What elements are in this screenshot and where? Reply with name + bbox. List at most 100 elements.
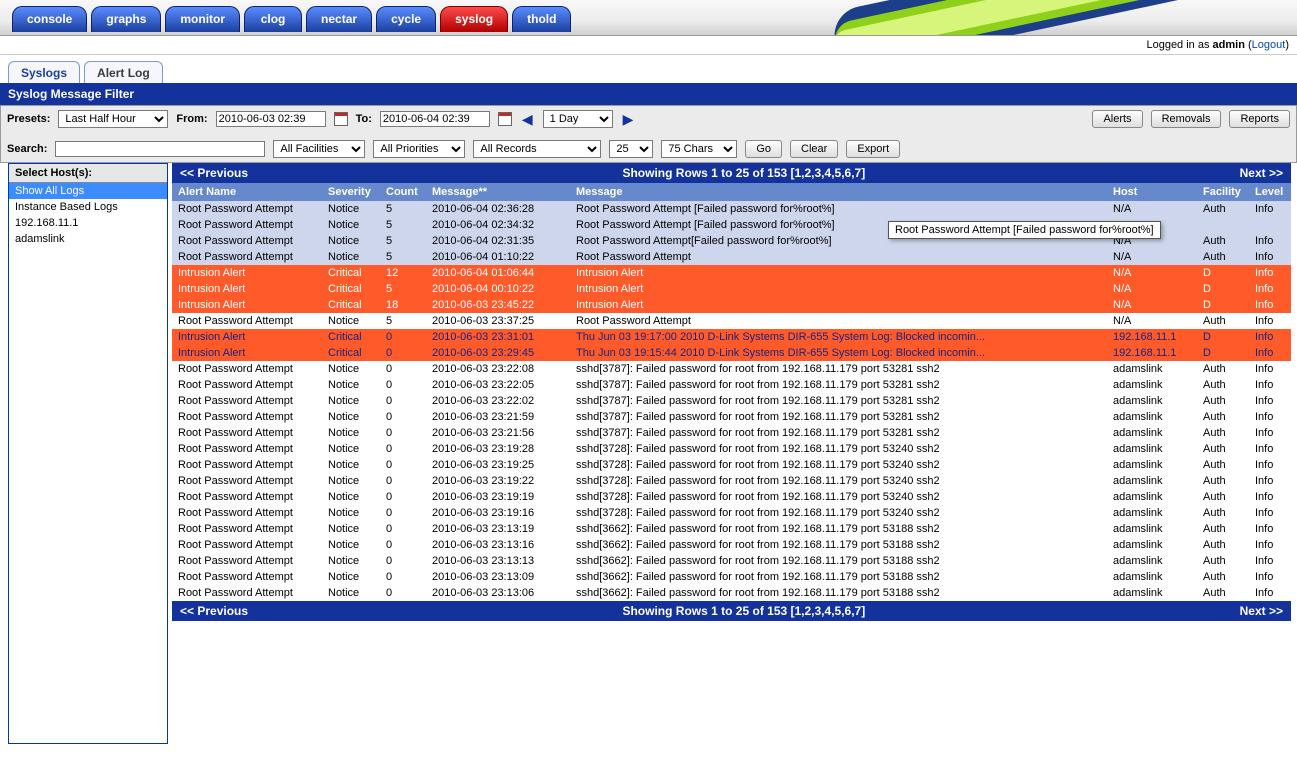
search-input[interactable]: [55, 141, 265, 157]
table-row[interactable]: Root Password AttemptNotice02010-06-03 2…: [172, 569, 1291, 585]
col-header[interactable]: Severity: [322, 183, 380, 201]
host-list[interactable]: Show All LogsInstance Based Logs192.168.…: [9, 183, 167, 743]
pager-prev[interactable]: << Previous: [180, 166, 248, 180]
table-row[interactable]: Root Password AttemptNotice02010-06-03 2…: [172, 457, 1291, 473]
cell-ts: 2010-06-03 23:22:02: [426, 393, 570, 409]
table-row[interactable]: Intrusion AlertCritical52010-06-04 00:10…: [172, 281, 1291, 297]
reports-button[interactable]: Reports: [1229, 110, 1290, 128]
table-row[interactable]: Root Password AttemptNotice02010-06-03 2…: [172, 537, 1291, 553]
cell-sev: Notice: [322, 537, 380, 553]
table-row[interactable]: Intrusion AlertCritical122010-06-04 01:0…: [172, 265, 1291, 281]
chars-select[interactable]: 75 Chars: [661, 140, 737, 158]
cell-fac: Auth: [1197, 521, 1249, 537]
cell-alert: Root Password Attempt: [172, 585, 322, 601]
table-row[interactable]: Root Password AttemptNotice02010-06-03 2…: [172, 489, 1291, 505]
table-row[interactable]: Root Password AttemptNotice02010-06-03 2…: [172, 361, 1291, 377]
cell-sev: Notice: [322, 201, 380, 217]
table-row[interactable]: Root Password AttemptNotice52010-06-04 0…: [172, 201, 1291, 217]
cell-fac: Auth: [1197, 201, 1249, 217]
go-button[interactable]: Go: [745, 140, 782, 158]
to-label: To:: [356, 113, 372, 125]
cell-sev: Notice: [322, 505, 380, 521]
cell-alert: Root Password Attempt: [172, 425, 322, 441]
cell-msg: sshd[3662]: Failed password for root fro…: [570, 585, 1107, 601]
range-select[interactable]: 1 Day: [543, 110, 613, 128]
nav-tab-monitor[interactable]: monitor: [165, 6, 240, 32]
host-panel: Select Host(s): Show All LogsInstance Ba…: [8, 163, 168, 744]
nav-tab-nectar[interactable]: nectar: [306, 6, 372, 32]
nav-tab-console[interactable]: console: [12, 6, 87, 32]
col-header[interactable]: Alert Name: [172, 183, 322, 201]
alerts-button[interactable]: Alerts: [1092, 110, 1142, 128]
cell-count: 0: [380, 489, 426, 505]
records-select[interactable]: All Records: [473, 140, 601, 158]
cell-ts: 2010-06-03 23:31:01: [426, 329, 570, 345]
cell-alert: Root Password Attempt: [172, 473, 322, 489]
table-row[interactable]: Root Password AttemptNotice02010-06-03 2…: [172, 409, 1291, 425]
nav-tab-cycle[interactable]: cycle: [376, 6, 436, 32]
cell-ts: 2010-06-04 01:06:44: [426, 265, 570, 281]
range-prev-icon[interactable]: ◀: [520, 111, 535, 128]
col-header[interactable]: Count: [380, 183, 426, 201]
pagesize-select[interactable]: 25: [609, 140, 653, 158]
table-row[interactable]: Root Password AttemptNotice02010-06-03 2…: [172, 473, 1291, 489]
pager-prev-bottom[interactable]: << Previous: [180, 604, 248, 618]
pager-next-bottom[interactable]: Next >>: [1240, 604, 1283, 618]
table-row[interactable]: Intrusion AlertCritical02010-06-03 23:31…: [172, 329, 1291, 345]
nav-tab-clog[interactable]: clog: [244, 6, 302, 32]
nav-tab-graphs[interactable]: graphs: [91, 6, 161, 32]
from-input[interactable]: [216, 111, 326, 127]
cell-alert: Root Password Attempt: [172, 505, 322, 521]
priorities-select[interactable]: All Priorities: [373, 140, 465, 158]
sub-tab-alert-log[interactable]: Alert Log: [84, 61, 163, 83]
cell-host: adamslink: [1107, 377, 1197, 393]
table-row[interactable]: Root Password AttemptNotice52010-06-03 2…: [172, 313, 1291, 329]
range-next-icon[interactable]: ▶: [621, 111, 636, 128]
col-header[interactable]: Message: [570, 183, 1107, 201]
cell-lvl: Info: [1249, 585, 1291, 601]
from-calendar-icon[interactable]: [334, 112, 348, 126]
to-calendar-icon[interactable]: [498, 112, 512, 126]
cell-sev: Notice: [322, 313, 380, 329]
cell-host: N/A: [1107, 281, 1197, 297]
table-row[interactable]: Root Password AttemptNotice02010-06-03 2…: [172, 553, 1291, 569]
tooltip: Root Password Attempt [Failed password f…: [888, 221, 1161, 239]
to-input[interactable]: [380, 111, 490, 127]
cell-lvl: Info: [1249, 425, 1291, 441]
col-header[interactable]: Facility: [1197, 183, 1249, 201]
sub-tab-syslogs[interactable]: Syslogs: [8, 61, 80, 83]
cell-msg: Intrusion Alert: [570, 281, 1107, 297]
cell-host: adamslink: [1107, 505, 1197, 521]
nav-tab-syslog[interactable]: syslog: [440, 6, 508, 32]
cell-count: 0: [380, 441, 426, 457]
table-row[interactable]: Root Password AttemptNotice02010-06-03 2…: [172, 441, 1291, 457]
presets-select[interactable]: Last Half Hour: [58, 110, 168, 128]
host-item[interactable]: Show All Logs: [9, 183, 167, 199]
table-row[interactable]: Intrusion AlertCritical182010-06-03 23:4…: [172, 297, 1291, 313]
table-row[interactable]: Root Password AttemptNotice02010-06-03 2…: [172, 585, 1291, 601]
col-header[interactable]: Host: [1107, 183, 1197, 201]
cell-ts: 2010-06-03 23:37:25: [426, 313, 570, 329]
col-header[interactable]: Message**: [426, 183, 570, 201]
host-item[interactable]: Instance Based Logs: [9, 199, 167, 215]
clear-button[interactable]: Clear: [790, 140, 838, 158]
table-row[interactable]: Root Password AttemptNotice52010-06-04 0…: [172, 249, 1291, 265]
facilities-select[interactable]: All Facilities: [273, 140, 365, 158]
table-row[interactable]: Root Password AttemptNotice02010-06-03 2…: [172, 377, 1291, 393]
table-row[interactable]: Root Password AttemptNotice02010-06-03 2…: [172, 521, 1291, 537]
col-header[interactable]: Level: [1249, 183, 1291, 201]
cell-lvl: Info: [1249, 521, 1291, 537]
table-row[interactable]: Intrusion AlertCritical02010-06-03 23:29…: [172, 345, 1291, 361]
table-row[interactable]: Root Password AttemptNotice02010-06-03 2…: [172, 425, 1291, 441]
table-row[interactable]: Root Password AttemptNotice02010-06-03 2…: [172, 393, 1291, 409]
nav-tab-thold[interactable]: thold: [512, 6, 571, 32]
export-button[interactable]: Export: [846, 140, 900, 158]
table-row[interactable]: Root Password AttemptNotice02010-06-03 2…: [172, 505, 1291, 521]
removals-button[interactable]: Removals: [1151, 110, 1222, 128]
cell-ts: 2010-06-03 23:45:22: [426, 297, 570, 313]
pager-next[interactable]: Next >>: [1240, 166, 1283, 180]
host-item[interactable]: adamslink: [9, 231, 167, 247]
cell-msg: sshd[3662]: Failed password for root fro…: [570, 569, 1107, 585]
host-item[interactable]: 192.168.11.1: [9, 215, 167, 231]
logout-link[interactable]: Logout: [1252, 39, 1286, 51]
